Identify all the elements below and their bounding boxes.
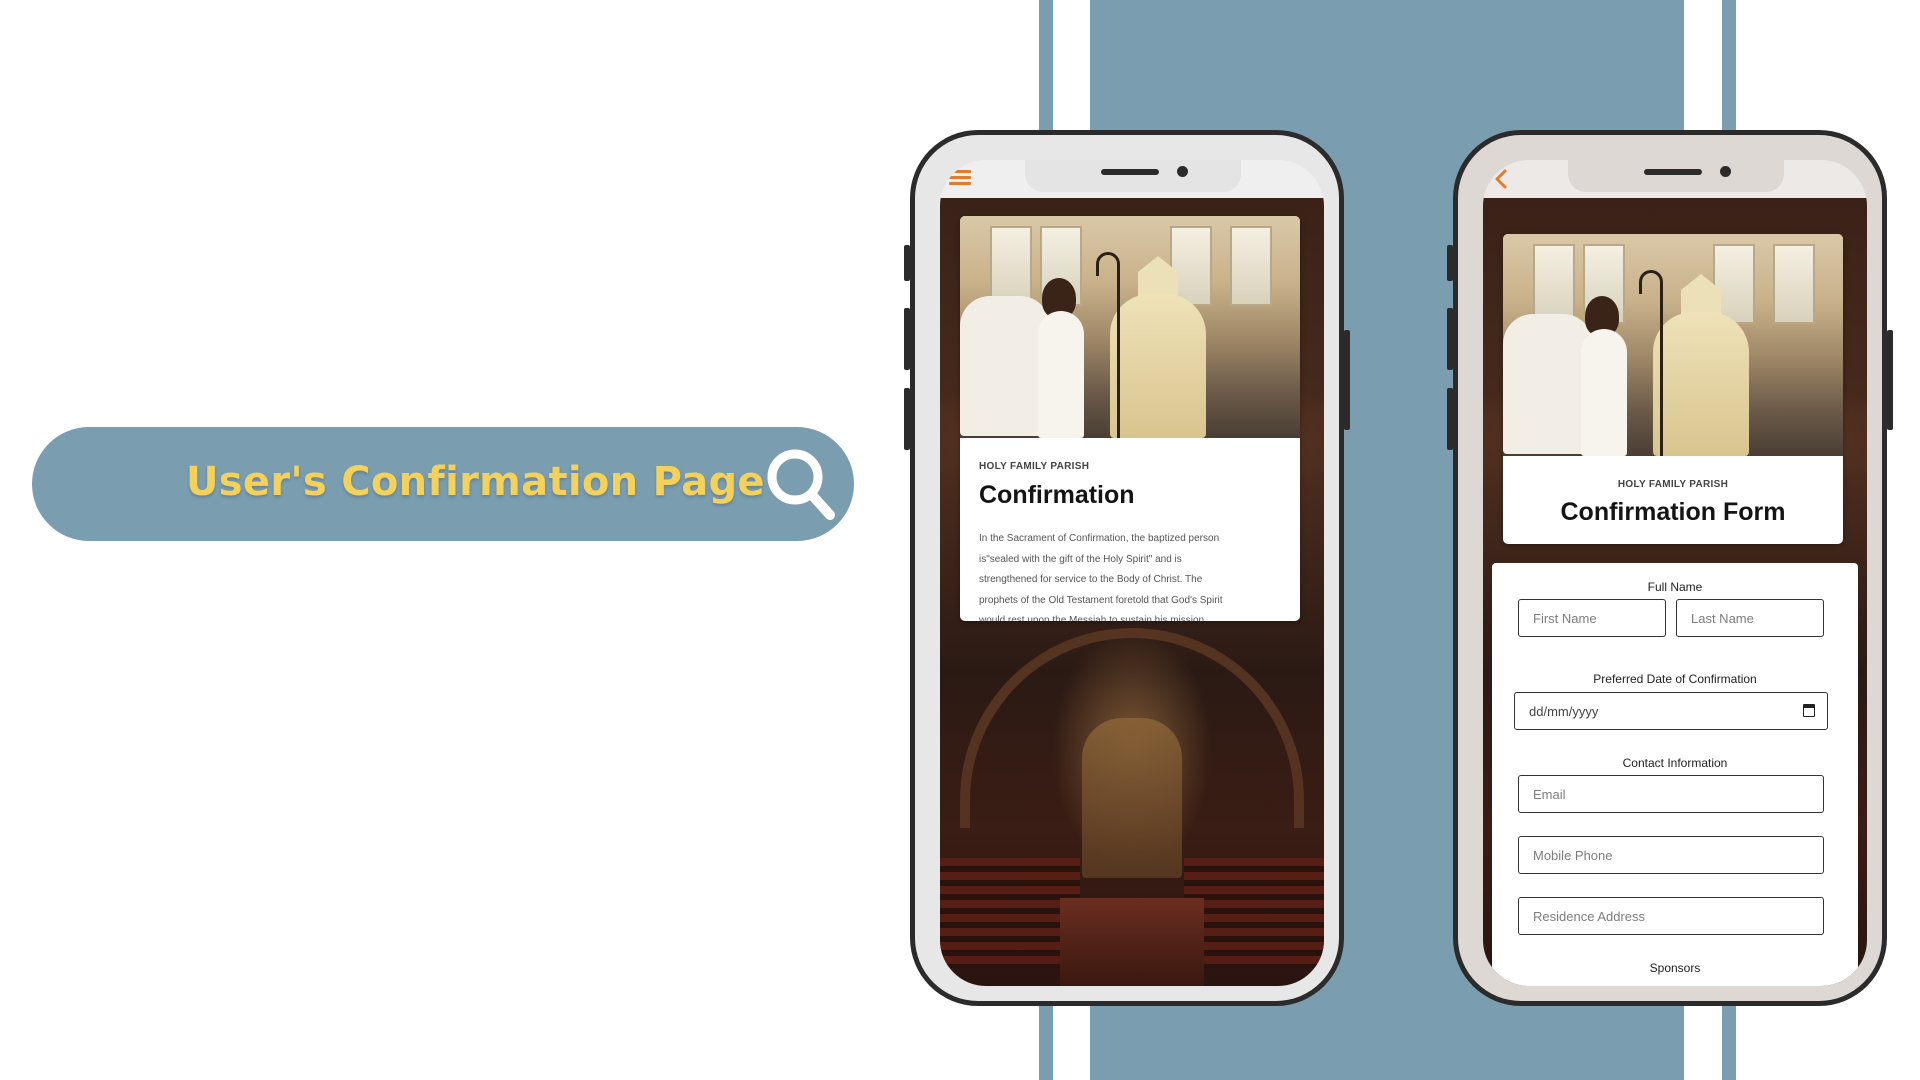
side-button xyxy=(1447,245,1453,281)
speaker xyxy=(1101,169,1159,175)
description-line: In the Sacrament of Confirmation, the ba… xyxy=(979,533,1220,544)
speaker xyxy=(1644,169,1702,175)
search-icon xyxy=(767,449,835,520)
photo-girl xyxy=(1581,329,1627,456)
confirmation-form-header-card: HOLY FAMILY PARISH Confirmation Form xyxy=(1503,234,1843,544)
photo-choir xyxy=(960,296,1050,436)
side-button xyxy=(904,245,910,281)
altar xyxy=(1082,718,1182,878)
side-button xyxy=(904,308,910,370)
mobile-phone-placeholder: Mobile Phone xyxy=(1533,848,1613,863)
photo-bishop xyxy=(1110,294,1206,438)
photo-choir xyxy=(1503,314,1593,454)
confirmation-photo xyxy=(1503,234,1843,456)
form-title: Confirmation Form xyxy=(1560,498,1786,526)
side-button xyxy=(904,388,910,450)
full-name-label: Full Name xyxy=(1647,580,1703,594)
pews-left xyxy=(940,858,1080,968)
parish-name: HOLY FAMILY PARISH xyxy=(1617,479,1729,490)
description-line: would rest upon the Messiah to sustain h… xyxy=(979,615,1207,621)
photo-window xyxy=(1533,244,1575,324)
contact-label: Contact Information xyxy=(1622,756,1728,770)
description-line: strengthened for service to the Body of … xyxy=(979,574,1203,585)
description-line: is"sealed with the gift of the Holy Spir… xyxy=(979,553,1182,565)
confirmation-form: Full Name First Name Last Name Preferred… xyxy=(1492,563,1858,986)
mobile-phone-field[interactable]: Mobile Phone xyxy=(1518,836,1824,874)
last-name-placeholder: Last Name xyxy=(1691,611,1754,626)
pews-right xyxy=(1184,858,1324,968)
phone-mockup-confirmation: HOLY FAMILY PARISH Confirmation In the S… xyxy=(904,130,1350,1006)
card-title: Confirmation xyxy=(979,481,1135,509)
phone-bezel: HOLY FAMILY PARISH Confirmation Form Ful… xyxy=(1458,135,1882,1001)
aisle-floor xyxy=(1060,898,1204,986)
side-button xyxy=(1344,330,1350,430)
photo-staff xyxy=(1660,284,1663,456)
phone-screen: HOLY FAMILY PARISH Confirmation In the S… xyxy=(940,160,1324,986)
confirmation-photo xyxy=(960,216,1300,438)
page-title: User's Confirmation Page xyxy=(186,459,765,505)
side-button xyxy=(1447,388,1453,450)
camera xyxy=(1720,166,1731,177)
photo-window xyxy=(1230,226,1272,306)
description-line: prophets of the Old Testament foretold t… xyxy=(979,594,1223,606)
first-name-placeholder: First Name xyxy=(1533,611,1597,626)
sponsors-label: Sponsors xyxy=(1649,961,1701,975)
confirmation-card: HOLY FAMILY PARISH Confirmation In the S… xyxy=(960,216,1300,621)
side-button xyxy=(1447,308,1453,370)
email-field[interactable]: Email xyxy=(1518,775,1824,813)
phone-bezel: HOLY FAMILY PARISH Confirmation In the S… xyxy=(915,135,1339,1001)
photo-window xyxy=(990,226,1032,306)
photo-bishop xyxy=(1653,312,1749,456)
photo-girl xyxy=(1038,311,1084,438)
parish-name: HOLY FAMILY PARISH xyxy=(979,461,1090,472)
menu-icon[interactable] xyxy=(949,170,971,186)
side-button xyxy=(1887,330,1893,430)
calendar-icon[interactable] xyxy=(1803,704,1815,717)
photo-staff xyxy=(1117,266,1120,438)
date-placeholder: dd/mm/yyyy xyxy=(1529,704,1599,719)
phone-notch xyxy=(1025,160,1241,192)
phone-screen: HOLY FAMILY PARISH Confirmation Form Ful… xyxy=(1483,160,1867,986)
residence-address-placeholder: Residence Address xyxy=(1533,909,1646,924)
email-placeholder: Email xyxy=(1533,787,1566,802)
last-name-field[interactable]: Last Name xyxy=(1676,599,1824,637)
photo-window xyxy=(1773,244,1815,324)
camera xyxy=(1177,166,1188,177)
phone-notch xyxy=(1568,160,1784,192)
phone-mockup-confirmation-form: HOLY FAMILY PARISH Confirmation Form Ful… xyxy=(1447,130,1893,1006)
card-description: In the Sacrament of Confirmation, the ba… xyxy=(979,529,1291,621)
back-icon[interactable] xyxy=(1492,168,1512,190)
first-name-field[interactable]: First Name xyxy=(1518,599,1666,637)
page-title-pill: User's Confirmation Page xyxy=(32,427,854,541)
confirmation-date-field[interactable]: dd/mm/yyyy xyxy=(1514,692,1828,730)
date-label: Preferred Date of Confirmation xyxy=(1593,672,1757,686)
residence-address-field[interactable]: Residence Address xyxy=(1518,897,1824,935)
